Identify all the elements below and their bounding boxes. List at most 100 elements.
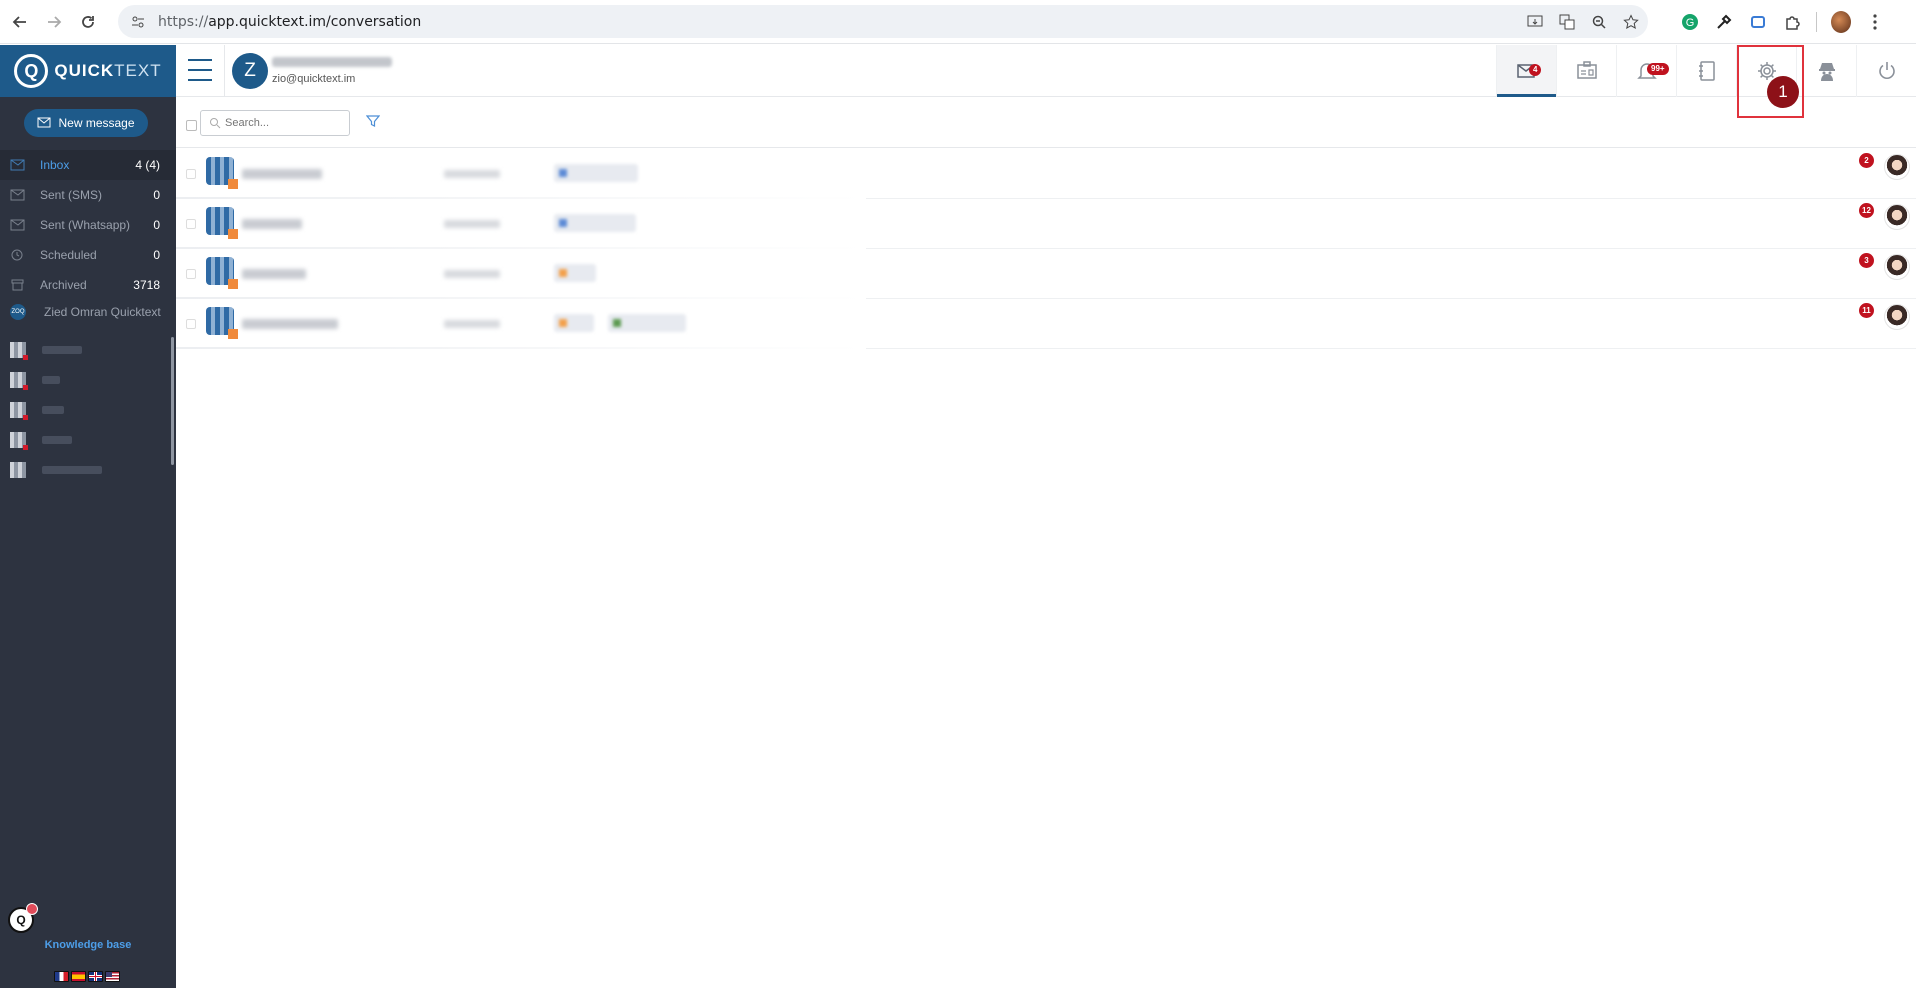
extension-blue-icon[interactable]: [1748, 12, 1768, 32]
contact-avatar: [206, 157, 238, 189]
conversation-list: 2 12 3 11: [176, 149, 1916, 349]
knowledge-base-bubble[interactable]: Q: [8, 903, 38, 933]
conversation-row[interactable]: 11: [176, 299, 1916, 349]
hamburger-menu-icon[interactable]: [188, 59, 212, 81]
browser-toolbar: https://app.quicktext.im/conversation G: [0, 0, 1916, 44]
conversation-row[interactable]: 12: [176, 199, 1916, 249]
id-card-icon: [1576, 61, 1597, 79]
notifications-count-badge: 99+: [1647, 63, 1669, 75]
language-flags: [54, 971, 120, 982]
sent-sms-icon: [10, 188, 28, 202]
logout-tab[interactable]: [1856, 45, 1916, 97]
grammarly-icon[interactable]: G: [1680, 12, 1700, 32]
timestamp-redacted: [444, 270, 500, 278]
sub-account-list: [10, 335, 102, 485]
folder-scheduled[interactable]: Scheduled 0: [0, 240, 176, 270]
filter-icon[interactable]: [366, 114, 380, 128]
reload-icon[interactable]: [74, 8, 102, 36]
folder-archived[interactable]: Archived 3718: [0, 270, 176, 300]
row-checkbox[interactable]: [186, 219, 196, 229]
extensions-puzzle-icon[interactable]: [1782, 12, 1802, 32]
folder-inbox[interactable]: Inbox 4 (4): [0, 150, 176, 180]
archive-icon: [10, 278, 28, 292]
row-checkbox[interactable]: [186, 269, 196, 279]
envelope-plus-icon: [37, 117, 51, 128]
bookmark-star-icon[interactable]: [1622, 13, 1640, 31]
sub-account-item[interactable]: [10, 455, 102, 485]
header-divider: [224, 45, 225, 97]
knowledge-base-link[interactable]: Knowledge base: [0, 939, 176, 951]
conversation-row[interactable]: 2: [176, 149, 1916, 199]
contact-avatar: [206, 257, 238, 289]
flag-gb-icon[interactable]: [88, 971, 103, 982]
folder-list: Inbox 4 (4) Sent (SMS) 0 Sent (Whatsapp)…: [0, 150, 176, 300]
flag-us-icon[interactable]: [105, 971, 120, 982]
contact-name-redacted: [242, 219, 302, 229]
sidebar-scrollbar[interactable]: [171, 337, 174, 465]
row-checkbox[interactable]: [186, 169, 196, 179]
unread-count-badge: 2: [1859, 153, 1874, 168]
sub-account-avatar: [10, 432, 28, 450]
sub-account-item[interactable]: [10, 425, 102, 455]
forward-icon[interactable]: [40, 8, 68, 36]
install-app-icon[interactable]: [1526, 13, 1544, 31]
search-box[interactable]: [200, 110, 350, 136]
unread-count-badge: 3: [1859, 253, 1874, 268]
sub-account-item[interactable]: [10, 335, 102, 365]
url-text: https://app.quicktext.im/conversation: [158, 13, 422, 30]
contacts-tab[interactable]: [1556, 45, 1616, 97]
sub-account-item[interactable]: [10, 365, 102, 395]
timestamp-redacted: [444, 170, 500, 178]
back-icon[interactable]: [6, 8, 34, 36]
search-icon: [210, 118, 221, 129]
zoom-icon[interactable]: [1590, 13, 1608, 31]
profile-avatar[interactable]: [1831, 11, 1851, 33]
sub-account-avatar: [10, 462, 26, 478]
notifications-tab[interactable]: 99+: [1616, 45, 1676, 97]
account-zied-omran[interactable]: ZOQ Zied Omran Quicktext: [0, 300, 176, 324]
agent-avatar[interactable]: [1884, 304, 1910, 330]
timestamp-redacted: [444, 220, 500, 228]
sub-account-avatar: [10, 402, 28, 420]
contact-avatar: [206, 307, 238, 339]
search-input[interactable]: [225, 117, 345, 129]
site-settings-icon[interactable]: [126, 10, 150, 34]
spy-icon: [1818, 63, 1835, 81]
inbox-count-badge: 4: [1529, 64, 1542, 76]
sidebar: Q QUICKTEXT New message Inbox 4 (4) Sent…: [0, 45, 176, 988]
agent-avatar[interactable]: [1884, 204, 1910, 230]
unread-count-badge: 12: [1859, 203, 1874, 218]
agent-avatar[interactable]: [1884, 154, 1910, 180]
inbox-tab[interactable]: 4: [1496, 45, 1557, 97]
row-checkbox[interactable]: [186, 319, 196, 329]
user-avatar[interactable]: Z: [232, 53, 268, 89]
timestamp-redacted: [444, 320, 500, 328]
logo-q-icon: Q: [14, 54, 49, 88]
translate-icon[interactable]: [1558, 13, 1576, 31]
app-header: Z zio@quicktext.im 4 99+: [176, 45, 1916, 97]
spy-mode-tab[interactable]: [1796, 45, 1856, 97]
more-menu-icon[interactable]: [1865, 12, 1885, 32]
conversation-tag: [554, 264, 596, 282]
eyedropper-icon[interactable]: [1714, 12, 1734, 32]
agent-avatar[interactable]: [1884, 254, 1910, 280]
address-bar[interactable]: https://app.quicktext.im/conversation: [118, 5, 1648, 38]
sub-account-avatar: [10, 372, 28, 390]
notebook-tab[interactable]: [1676, 45, 1736, 97]
folder-sent-sms[interactable]: Sent (SMS) 0: [0, 180, 176, 210]
conversation-row[interactable]: 3: [176, 249, 1916, 299]
notification-dot: [26, 903, 38, 915]
inbox-icon: [10, 158, 28, 172]
power-icon: [1878, 62, 1895, 79]
folder-sent-whatsapp[interactable]: Sent (Whatsapp) 0: [0, 210, 176, 240]
contact-name-redacted: [242, 319, 338, 329]
user-name-redacted: [272, 57, 392, 67]
flag-fr-icon[interactable]: [54, 971, 69, 982]
new-message-button[interactable]: New message: [24, 109, 148, 137]
sub-account-item[interactable]: [10, 395, 102, 425]
conversation-tag: [554, 314, 594, 332]
sub-account-avatar: [10, 342, 28, 360]
flag-es-icon[interactable]: [71, 971, 86, 982]
select-all-checkbox[interactable]: [186, 120, 197, 131]
app-logo[interactable]: Q QUICKTEXT: [0, 45, 176, 97]
